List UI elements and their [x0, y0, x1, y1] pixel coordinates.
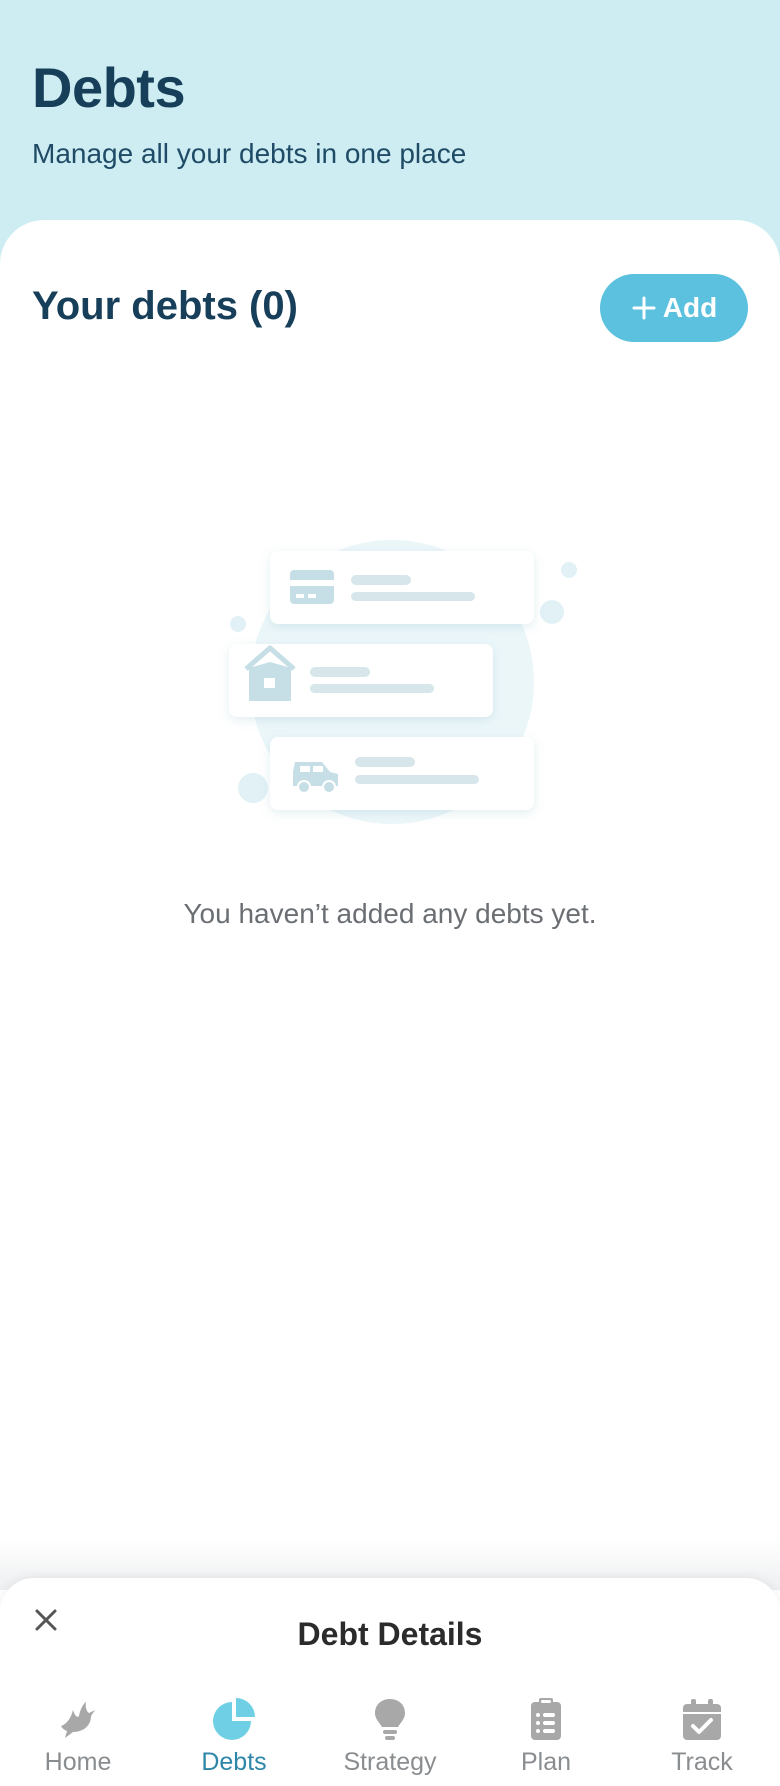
nav-label-debts: Debts: [201, 1748, 267, 1776]
nav-label-plan: Plan: [520, 1748, 572, 1776]
nav-label-strategy: Strategy: [343, 1748, 437, 1776]
page-header: Debts Manage all your debts in one place: [0, 0, 780, 230]
nav-item-home[interactable]: Home: [0, 1678, 156, 1786]
bottom-nav: Home Debts Strategy Plan Track: [0, 1678, 780, 1786]
nav-item-plan[interactable]: Plan: [468, 1678, 624, 1786]
credit-card-debt-card: [270, 551, 534, 624]
calendar-check-icon: [683, 1699, 721, 1740]
debt-details-sheet: Debt Details Home Debts Strategy Plan Tr…: [0, 1578, 780, 1786]
car-debt-card: [270, 737, 534, 810]
dove-icon: [61, 1702, 95, 1738]
credit-card-icon: [290, 570, 334, 604]
nav-label-home: Home: [44, 1748, 112, 1776]
clipboard-list-icon: [531, 1698, 561, 1740]
home-debt-card: [229, 644, 493, 717]
nav-label-track: Track: [671, 1748, 733, 1776]
page-subtitle: Manage all your debts in one place: [32, 138, 467, 169]
nav-item-strategy[interactable]: Strategy: [312, 1678, 468, 1786]
nav-item-track[interactable]: Track: [624, 1678, 780, 1786]
lightbulb-icon: [375, 1699, 405, 1740]
debts-panel: Your debts (0) Add You haven’t added any…: [0, 220, 780, 1640]
empty-debts-illustration: [229, 540, 577, 824]
pie-chart-icon: [213, 1698, 255, 1740]
sheet-title: Debt Details: [297, 1616, 483, 1652]
nav-item-debts[interactable]: Debts: [156, 1678, 312, 1786]
app-screen: Debts Manage all your debts in one place…: [0, 0, 780, 1786]
empty-state-message: You haven’t added any debts yet.: [183, 898, 597, 929]
page-title: Debts: [32, 56, 186, 119]
